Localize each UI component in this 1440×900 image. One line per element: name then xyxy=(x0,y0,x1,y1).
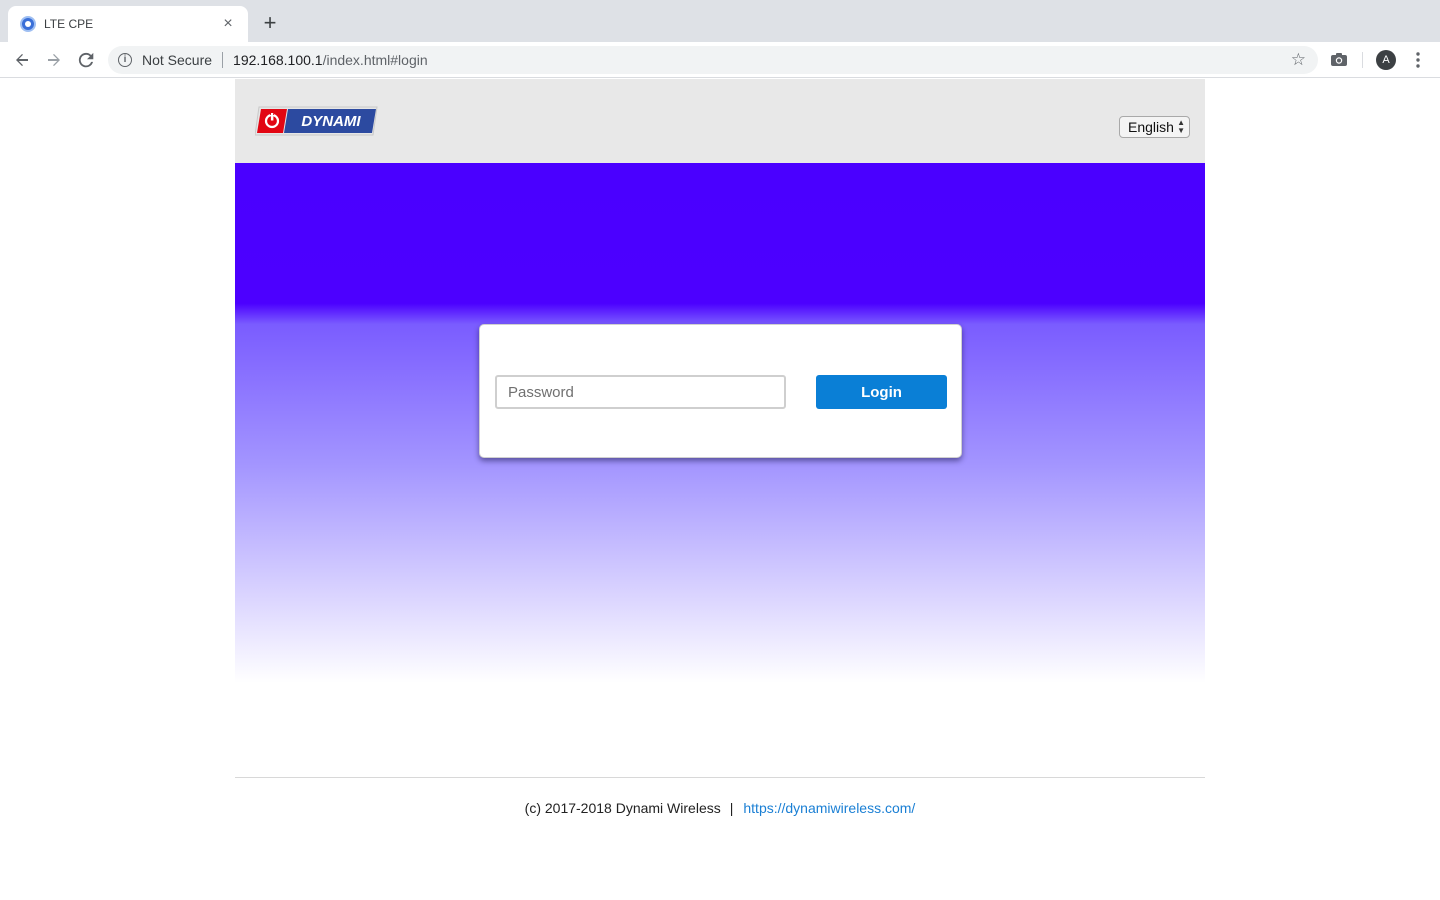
profile-avatar[interactable]: A xyxy=(1376,50,1396,70)
login-button[interactable]: Login xyxy=(816,375,947,409)
address-bar[interactable]: i Not Secure 192.168.100.1 /index.html#l… xyxy=(108,46,1318,74)
page-footer: (c) 2017-2018 Dynami Wireless | https://dy… xyxy=(235,800,1205,816)
reload-icon xyxy=(78,52,94,68)
footer-separator: | xyxy=(729,800,734,816)
login-card: Login xyxy=(479,324,962,458)
new-tab-button[interactable]: + xyxy=(258,12,282,36)
page-header: DYNAMI English ▲ ▼ xyxy=(235,79,1205,163)
footer-divider xyxy=(235,777,1205,778)
company-website-link[interactable]: https://dynamiwireless.com/ xyxy=(743,800,915,816)
back-button[interactable] xyxy=(10,48,34,72)
info-icon[interactable]: i xyxy=(118,53,132,67)
security-label: Not Secure xyxy=(142,52,213,68)
password-input[interactable] xyxy=(495,375,786,409)
vertical-dots-icon[interactable] xyxy=(1410,48,1426,72)
browser-tab[interactable]: LTE CPE × xyxy=(8,6,248,42)
browser-toolbar: i Not Secure 192.168.100.1 /index.html#l… xyxy=(0,42,1440,78)
reload-button[interactable] xyxy=(74,48,98,72)
favicon-icon xyxy=(20,16,36,32)
forward-button[interactable] xyxy=(42,48,66,72)
arrow-right-icon xyxy=(48,54,60,66)
language-select[interactable]: English ▲ ▼ xyxy=(1119,116,1190,138)
close-tab-icon[interactable]: × xyxy=(220,16,236,32)
tab-title: LTE CPE xyxy=(44,17,94,31)
logo-text: DYNAMI xyxy=(301,113,361,130)
select-arrows-icon: ▲ ▼ xyxy=(1177,118,1185,135)
arrow-left-icon xyxy=(16,54,28,66)
web-page: DYNAMI English ▲ ▼ Login (c) 2017-2018 Dy… xyxy=(0,79,1440,900)
copyright-text: (c) 2017-2018 Dynami Wireless xyxy=(524,800,721,816)
camera-icon[interactable] xyxy=(1329,51,1349,69)
url-path: /index.html#login xyxy=(322,52,428,68)
language-selected: English xyxy=(1128,119,1174,135)
star-icon[interactable]: ☆ xyxy=(1291,50,1306,70)
toolbar-divider xyxy=(1362,52,1363,68)
omnibox-divider xyxy=(222,52,224,68)
url-host: 192.168.100.1 xyxy=(233,52,323,68)
browser-tabstrip: LTE CPE × + xyxy=(0,0,1440,42)
dynami-logo: DYNAMI xyxy=(254,105,379,137)
